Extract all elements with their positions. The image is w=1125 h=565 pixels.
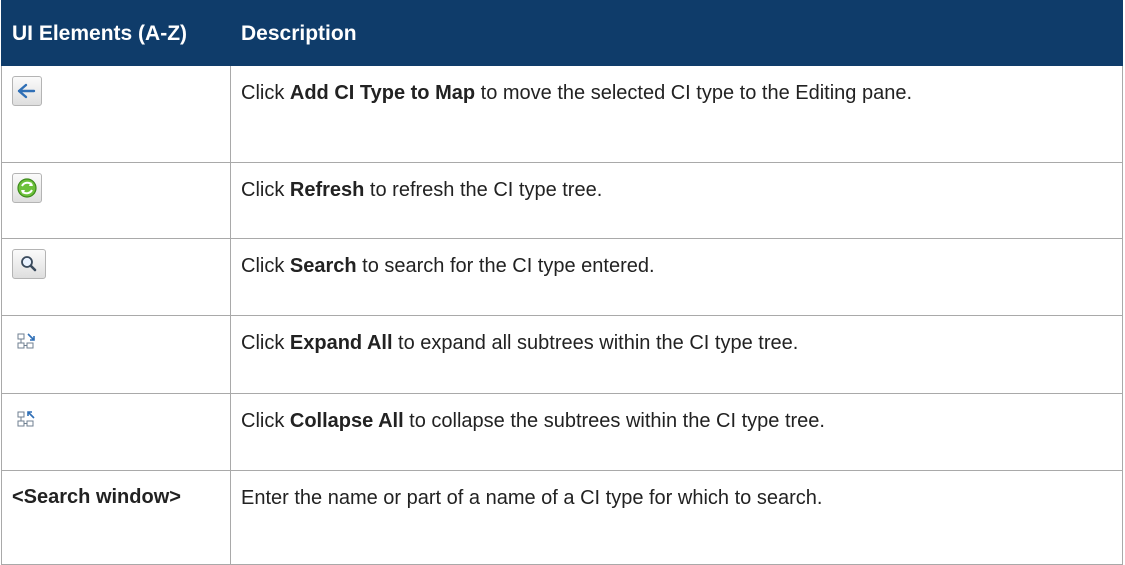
table-row: Click Collapse All to collapse the subtr… xyxy=(1,393,1123,471)
table-row: Click Add CI Type to Map to move the sel… xyxy=(1,65,1123,163)
header-ui-elements: UI Elements (A-Z) xyxy=(1,0,231,66)
description-cell: Click Refresh to refresh the CI type tre… xyxy=(230,162,1123,239)
description-cell: Click Expand All to expand all subtrees … xyxy=(230,315,1123,394)
table-row: Click Expand All to expand all subtrees … xyxy=(1,315,1123,394)
ui-element-cell xyxy=(1,65,231,163)
table-row: Click Search to search for the CI type e… xyxy=(1,238,1123,316)
description-cell: Click Add CI Type to Map to move the sel… xyxy=(230,65,1123,163)
table-row: <Search window> Enter the name or part o… xyxy=(1,470,1123,565)
ui-element-cell xyxy=(1,162,231,239)
search-icon xyxy=(12,249,46,279)
collapse-all-icon xyxy=(12,404,42,434)
ui-element-label: <Search window> xyxy=(1,470,231,565)
ui-element-cell xyxy=(1,393,231,471)
expand-all-icon xyxy=(12,326,42,356)
description-cell: Enter the name or part of a name of a CI… xyxy=(230,470,1123,565)
table-header-row: UI Elements (A-Z) Description xyxy=(1,0,1123,66)
table-row: Click Refresh to refresh the CI type tre… xyxy=(1,162,1123,239)
header-description: Description xyxy=(230,0,1123,66)
ui-element-cell xyxy=(1,238,231,316)
ui-element-cell xyxy=(1,315,231,394)
description-cell: Click Collapse All to collapse the subtr… xyxy=(230,393,1123,471)
refresh-icon xyxy=(12,173,42,203)
add-ci-type-arrow-icon xyxy=(12,76,42,106)
description-cell: Click Search to search for the CI type e… xyxy=(230,238,1123,316)
ui-elements-table: UI Elements (A-Z) Description Click Add … xyxy=(1,0,1123,565)
